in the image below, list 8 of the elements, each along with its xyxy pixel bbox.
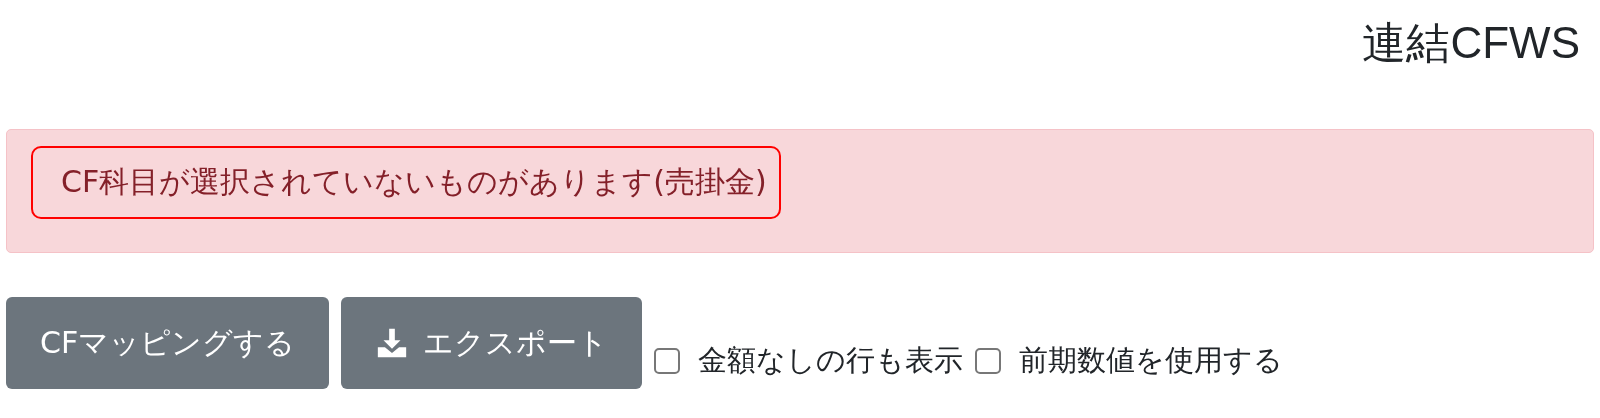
checkbox[interactable] [975, 348, 1002, 374]
mapping-button[interactable]: CFマッピングする [6, 297, 330, 389]
export-button[interactable]: エクスポート [341, 297, 643, 389]
checkbox-label: 金額なしの行も表示 [698, 342, 964, 379]
checkbox-label: 前期数値を使用する [1019, 342, 1284, 379]
checkbox[interactable] [654, 348, 681, 374]
alert-message: CF科目が選択されていないものがあります(売掛金) [31, 145, 781, 219]
page-title: 連結CFWS [1362, 17, 1580, 69]
